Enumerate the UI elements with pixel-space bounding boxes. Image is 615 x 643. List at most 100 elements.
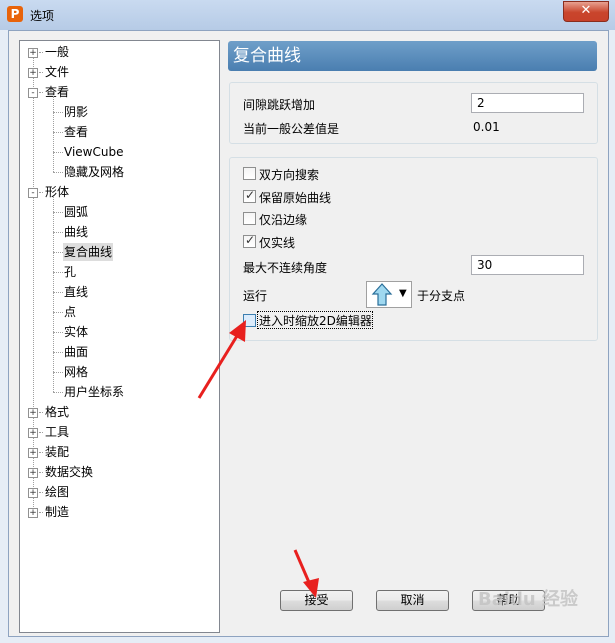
tree-leaf[interactable]: 阴影: [20, 103, 219, 121]
tree-leaf[interactable]: 实体: [20, 323, 219, 341]
tree-item-label[interactable]: 直线: [63, 283, 89, 301]
run-direction-dropdown[interactable]: ▼: [366, 281, 412, 308]
tree-item-label[interactable]: ViewCube: [63, 143, 124, 161]
tree-connector: [53, 372, 63, 373]
solid-lines-only-label[interactable]: 仅实线: [259, 234, 295, 251]
tree-item-label[interactable]: 装配: [44, 443, 70, 461]
tree-item-label[interactable]: 一般: [44, 43, 70, 61]
tree-connector: [39, 92, 43, 93]
tree-node[interactable]: + 绘图: [20, 483, 219, 501]
tree-item-label[interactable]: 查看: [63, 123, 89, 141]
tree-item-label[interactable]: 工具: [44, 423, 70, 441]
tree-item-label[interactable]: 绘图: [44, 483, 70, 501]
solid-lines-only-checkbox[interactable]: ✓: [243, 233, 256, 248]
expand-icon[interactable]: +: [28, 408, 38, 418]
collapse-icon[interactable]: -: [28, 188, 38, 198]
edges-only-label[interactable]: 仅沿边缘: [259, 211, 307, 228]
tree-connector: [39, 472, 43, 473]
watermark: Baidu 经验: [478, 589, 579, 610]
tree-connector: [53, 292, 63, 293]
tree-leaf[interactable]: 点: [20, 303, 219, 321]
tree-leaf[interactable]: 复合曲线: [20, 243, 219, 261]
expand-icon[interactable]: +: [28, 428, 38, 438]
tree-item-label[interactable]: 圆弧: [63, 203, 89, 221]
tree-node[interactable]: + 工具: [20, 423, 219, 441]
tree-leaf[interactable]: 圆弧: [20, 203, 219, 221]
up-arrow-icon: [371, 283, 393, 306]
edges-only-checkbox[interactable]: [243, 212, 256, 225]
max-angle-input[interactable]: 30: [471, 255, 584, 275]
expand-icon[interactable]: +: [28, 68, 38, 78]
tree-connector: [53, 352, 63, 353]
page-title: 复合曲线: [228, 41, 597, 71]
tree-item-label[interactable]: 孔: [63, 263, 77, 281]
tree-connector: [53, 96, 54, 172]
tree-leaf[interactable]: 网格: [20, 363, 219, 381]
tree-node[interactable]: - 查看: [20, 83, 219, 101]
tree-item-label[interactable]: 阴影: [63, 103, 89, 121]
collapse-icon[interactable]: -: [28, 88, 38, 98]
tree-leaf[interactable]: 隐藏及网格: [20, 163, 219, 181]
close-button[interactable]: ✕: [563, 1, 609, 22]
tree-connector: [53, 312, 63, 313]
cancel-button[interactable]: 取消: [376, 590, 449, 611]
tree-leaf[interactable]: ViewCube: [20, 143, 219, 161]
tree-item-label[interactable]: 曲面: [63, 343, 89, 361]
tree-node[interactable]: + 数据交换: [20, 463, 219, 481]
tree-leaf[interactable]: 曲面: [20, 343, 219, 361]
tree-item-label[interactable]: 格式: [44, 403, 70, 421]
tree-node[interactable]: + 一般: [20, 43, 219, 61]
tree-leaf[interactable]: 查看: [20, 123, 219, 141]
tree-connector: [39, 432, 43, 433]
tree-connector: [39, 512, 43, 513]
tree-item-label[interactable]: 形体: [44, 183, 70, 201]
keep-original-curve-checkbox[interactable]: ✓: [243, 188, 256, 203]
bidirectional-search-checkbox[interactable]: [243, 167, 256, 180]
tree-item-label[interactable]: 实体: [63, 323, 89, 341]
tree-leaf[interactable]: 孔: [20, 263, 219, 281]
title-bar[interactable]: P 选项 ✕: [0, 0, 615, 30]
tree-item-label[interactable]: 网格: [63, 363, 89, 381]
tree-node[interactable]: - 形体: [20, 183, 219, 201]
tree-node[interactable]: + 格式: [20, 403, 219, 421]
checkmark-icon: ✓: [245, 188, 256, 202]
gap-jump-input[interactable]: 2: [471, 93, 584, 113]
tree-leaf[interactable]: 用户坐标系: [20, 383, 219, 401]
tree-leaf[interactable]: 曲线: [20, 223, 219, 241]
keep-original-curve-label[interactable]: 保留原始曲线: [259, 189, 331, 206]
tree-connector: [53, 112, 63, 113]
checkmark-icon: ✓: [245, 233, 256, 247]
options-tree[interactable]: + 一般 + 文件 - 查看 阴影 查看 ViewCube 隐藏及网格 - 形体 圆弧 曲线 复合曲线孔直线…: [19, 40, 220, 633]
tree-node[interactable]: + 文件: [20, 63, 219, 81]
tree-connector: [53, 332, 63, 333]
tree-node[interactable]: + 装配: [20, 443, 219, 461]
tree-item-label[interactable]: 曲线: [63, 223, 89, 241]
bidirectional-search-label[interactable]: 双方向搜索: [259, 166, 319, 183]
tree-connector: [53, 152, 63, 153]
tree-item-label[interactable]: 文件: [44, 63, 70, 81]
tree-connector: [53, 232, 63, 233]
tree-item-label[interactable]: 隐藏及网格: [63, 163, 125, 181]
tree-connector: [39, 452, 43, 453]
max-angle-label: 最大不连续角度: [243, 261, 328, 275]
expand-icon[interactable]: +: [28, 508, 38, 518]
tree-item-label[interactable]: 查看: [44, 83, 70, 101]
zoom-2d-editor-checkbox[interactable]: [243, 314, 256, 327]
tree-item-label[interactable]: 用户坐标系: [63, 383, 125, 401]
expand-icon[interactable]: +: [28, 468, 38, 478]
expand-icon[interactable]: +: [28, 448, 38, 458]
tree-node[interactable]: + 制造: [20, 503, 219, 521]
tree-leaf[interactable]: 直线: [20, 283, 219, 301]
accept-button[interactable]: 接受: [280, 590, 353, 611]
app-icon[interactable]: P: [7, 6, 23, 22]
expand-icon[interactable]: +: [28, 488, 38, 498]
tree-item-label[interactable]: 复合曲线: [63, 243, 114, 261]
tree-item-label[interactable]: 数据交换: [44, 463, 94, 481]
expand-icon[interactable]: +: [28, 48, 38, 58]
tree-item-label[interactable]: 点: [63, 303, 77, 321]
tree-connector: [39, 192, 43, 193]
tree-item-label[interactable]: 制造: [44, 503, 70, 521]
zoom-2d-editor-label[interactable]: 进入时缩放2D编辑器: [259, 312, 372, 329]
tree-connector: [53, 212, 63, 213]
tree-connector: [39, 412, 43, 413]
